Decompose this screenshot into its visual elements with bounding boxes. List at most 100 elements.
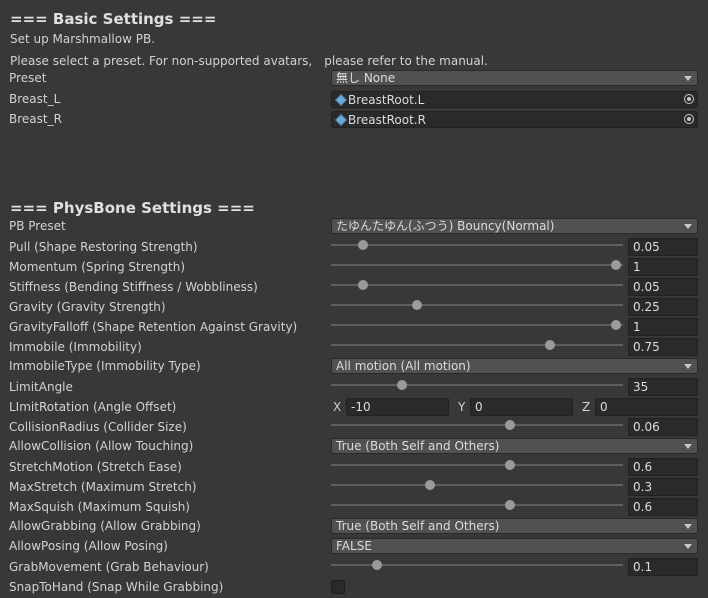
slider-thumb[interactable] <box>371 560 382 570</box>
collision-radius-input[interactable] <box>629 419 697 435</box>
collision-radius-field[interactable] <box>628 418 698 436</box>
rotation-z-input[interactable] <box>596 399 697 415</box>
immobile-input[interactable] <box>629 339 697 355</box>
grab-movement-field[interactable] <box>628 558 698 576</box>
slider-thumb[interactable] <box>611 260 621 270</box>
gravity-falloff-label: GravityFalloff (Shape Retention Against … <box>9 320 298 334</box>
allow-grabbing-dropdown[interactable]: True (Both Self and Others) <box>331 518 698 534</box>
object-picker-icon[interactable] <box>684 114 694 124</box>
limit-rotation-row: LImitRotation (Angle Offset) X Y Z <box>0 398 708 418</box>
y-label: Y <box>458 400 466 414</box>
pull-label: Pull (Shape Restoring Strength) <box>9 240 198 254</box>
object-picker-icon[interactable] <box>684 94 694 104</box>
max-squish-slider[interactable] <box>331 498 623 518</box>
momentum-field[interactable] <box>628 258 698 276</box>
pb-preset-row: PB Preset たゆんたゆん(ふつう) Bouncy(Normal) <box>0 217 708 237</box>
rotation-x-field[interactable] <box>346 398 449 416</box>
slider-thumb[interactable] <box>396 380 407 390</box>
slider-thumb[interactable] <box>504 500 515 510</box>
stiffness-input[interactable] <box>629 279 697 295</box>
basic-settings-title: === Basic Settings === <box>10 10 217 28</box>
pull-slider[interactable] <box>331 238 623 258</box>
gravity-input[interactable] <box>629 299 697 315</box>
immobile-type-dropdown[interactable]: All motion (All motion) <box>331 358 698 374</box>
max-stretch-input[interactable] <box>629 479 697 495</box>
immobile-row: Immobile (Immobility) <box>0 338 708 358</box>
snap-to-hand-label: SnapToHand (Snap While Grabbing) <box>9 580 224 594</box>
gravity-falloff-field[interactable] <box>628 318 698 336</box>
preset-dropdown[interactable]: 無し None <box>331 70 698 86</box>
gravity-field[interactable] <box>628 298 698 316</box>
momentum-input[interactable] <box>629 259 697 275</box>
immobile-field[interactable] <box>628 338 698 356</box>
max-squish-input[interactable] <box>629 499 697 515</box>
breast-l-label: Breast_L <box>9 92 61 106</box>
pull-input[interactable] <box>629 239 697 255</box>
breast-r-object-field[interactable]: BreastRoot.R <box>331 111 698 128</box>
allow-collision-dropdown[interactable]: True (Both Self and Others) <box>331 438 698 454</box>
stretch-motion-slider[interactable] <box>331 458 623 478</box>
collision-radius-label: CollisionRadius (Collider Size) <box>9 420 187 434</box>
collision-radius-row: CollisionRadius (Collider Size) <box>0 418 708 438</box>
slider-thumb[interactable] <box>358 280 369 290</box>
rotation-z-field[interactable] <box>595 398 698 416</box>
grab-movement-slider[interactable] <box>331 558 623 578</box>
gravity-falloff-slider[interactable] <box>331 318 623 338</box>
gravity-slider[interactable] <box>331 298 623 318</box>
rotation-y-input[interactable] <box>471 399 572 415</box>
dropdown-arrow-icon <box>684 524 692 529</box>
immobile-slider[interactable] <box>331 338 623 358</box>
grab-movement-input[interactable] <box>629 559 697 575</box>
limit-angle-input[interactable] <box>629 379 697 395</box>
gravity-label: Gravity (Gravity Strength) <box>9 300 166 314</box>
limit-angle-field[interactable] <box>628 378 698 396</box>
max-stretch-label: MaxStretch (Maximum Stretch) <box>9 480 197 494</box>
max-stretch-slider[interactable] <box>331 478 623 498</box>
allow-grabbing-value: True (Both Self and Others) <box>336 519 500 533</box>
snap-to-hand-row: SnapToHand (Snap While Grabbing) <box>0 578 708 598</box>
limit-angle-slider[interactable] <box>331 378 623 398</box>
pull-field[interactable] <box>628 238 698 256</box>
slider-thumb[interactable] <box>411 300 422 310</box>
max-squish-field[interactable] <box>628 498 698 516</box>
snap-to-hand-checkbox[interactable] <box>331 580 345 594</box>
rotation-y-field[interactable] <box>470 398 573 416</box>
pb-preset-dropdown[interactable]: たゆんたゆん(ふつう) Bouncy(Normal) <box>331 218 698 234</box>
pb-preset-label: PB Preset <box>9 219 66 233</box>
stiffness-row: Stiffness (Bending Stiffness / Wobblines… <box>0 278 708 298</box>
stretch-motion-input[interactable] <box>629 459 697 475</box>
allow-collision-row: AllowCollision (Allow Touching) True (Bo… <box>0 437 708 457</box>
breast-l-object-field[interactable]: BreastRoot.L <box>331 91 698 108</box>
limit-rotation-label: LImitRotation (Angle Offset) <box>9 400 177 414</box>
slider-thumb[interactable] <box>424 480 435 490</box>
gravity-falloff-row: GravityFalloff (Shape Retention Against … <box>0 318 708 338</box>
max-stretch-row: MaxStretch (Maximum Stretch) <box>0 478 708 498</box>
limit-angle-label: LimitAngle <box>9 380 73 394</box>
stretch-motion-field[interactable] <box>628 458 698 476</box>
x-label: X <box>333 400 342 414</box>
allow-collision-label: AllowCollision (Allow Touching) <box>9 439 194 453</box>
max-stretch-field[interactable] <box>628 478 698 496</box>
collision-radius-slider[interactable] <box>331 418 623 438</box>
stiffness-slider[interactable] <box>331 278 623 298</box>
slider-thumb[interactable] <box>544 340 555 350</box>
rotation-x-input[interactable] <box>347 399 448 415</box>
slider-thumb[interactable] <box>358 240 369 250</box>
slider-thumb[interactable] <box>504 420 515 430</box>
physbone-settings-title: === PhysBone Settings === <box>10 199 255 217</box>
breast-r-label: Breast_R <box>9 112 62 126</box>
stiffness-field[interactable] <box>628 278 698 296</box>
breast-r-value: BreastRoot.R <box>348 113 426 127</box>
momentum-slider[interactable] <box>331 258 623 278</box>
stretch-motion-row: StretchMotion (Stretch Ease) <box>0 458 708 478</box>
breast-l-value: BreastRoot.L <box>348 93 425 107</box>
allow-posing-row: AllowPosing (Allow Posing) FALSE <box>0 537 708 557</box>
momentum-label: Momentum (Spring Strength) <box>9 260 185 274</box>
grab-movement-label: GrabMovement (Grab Behaviour) <box>9 560 209 574</box>
slider-thumb[interactable] <box>611 320 621 330</box>
breast-l-row: Breast_L BreastRoot.L <box>0 90 708 110</box>
dropdown-arrow-icon <box>684 544 692 549</box>
slider-thumb[interactable] <box>504 460 515 470</box>
gravity-falloff-input[interactable] <box>629 319 697 335</box>
allow-posing-dropdown[interactable]: FALSE <box>331 538 698 554</box>
